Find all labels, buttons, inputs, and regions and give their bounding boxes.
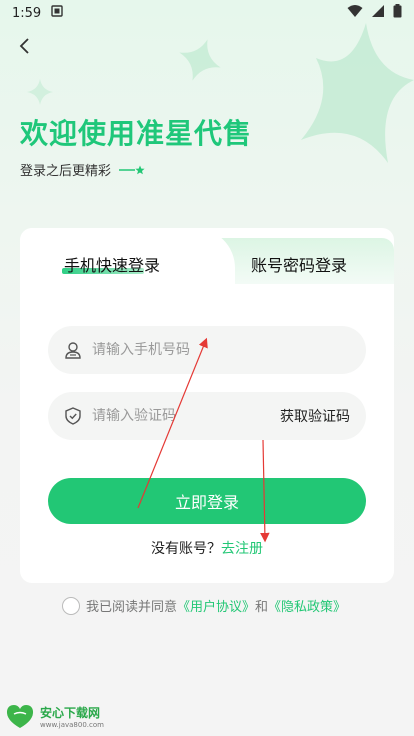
page-subtitle: 登录之后更精彩 <box>20 160 145 179</box>
code-input[interactable] <box>92 408 262 424</box>
tab-password-login[interactable]: 账号密码登录 <box>251 252 347 276</box>
code-field[interactable]: 获取验证码 <box>48 392 366 440</box>
agreement-row: 我已阅读并同意 《用户协议》 和 《隐私政策》 <box>62 596 346 615</box>
line-star-icon <box>119 165 145 174</box>
login-button[interactable]: 立即登录 <box>48 478 366 524</box>
shield-check-icon <box>65 407 81 425</box>
decorative-star-icon <box>301 23 414 163</box>
privacy-policy-link[interactable]: 《隐私政策》 <box>268 596 346 615</box>
tab-phone-login[interactable]: 手机快速登录 <box>64 252 160 276</box>
register-row: 没有账号？去注册 <box>20 538 394 558</box>
register-prompt: 没有账号？ <box>151 541 221 557</box>
phone-input[interactable] <box>92 342 262 358</box>
user-agreement-link[interactable]: 《用户协议》 <box>177 596 255 615</box>
user-icon <box>65 342 81 359</box>
decorative-star-icon <box>179 39 221 81</box>
tab-phone-login-label: 手机快速登录 <box>64 256 161 275</box>
tab-password-login-label: 账号密码登录 <box>251 256 348 275</box>
sim-card-icon <box>51 5 63 21</box>
watermark-name: 安心下载网 <box>40 705 101 720</box>
decorative-star-icon <box>27 79 53 105</box>
page-title: 欢迎使用准星代售 <box>20 117 253 150</box>
agree-checkbox[interactable] <box>62 596 80 615</box>
phone-field[interactable] <box>48 326 366 374</box>
back-button[interactable] <box>12 34 36 58</box>
chevron-left-icon <box>19 38 29 54</box>
watermark-url: www.java800.com <box>40 720 104 729</box>
agreement-text: 我已阅读并同意 <box>86 600 178 615</box>
watermark-logo-icon <box>6 705 34 728</box>
register-link[interactable]: 去注册 <box>221 541 263 557</box>
get-code-button[interactable]: 获取验证码 <box>280 406 350 426</box>
subtitle-text: 登录之后更精彩 <box>20 164 112 179</box>
status-time: 1:59 <box>12 5 42 21</box>
login-card: 手机快速登录 账号密码登录 获取验证码 立即登录 没有账号？去注册 <box>20 228 394 583</box>
agreement-and: 和 <box>255 600 269 615</box>
watermark: 安心下载网 www.java800.com <box>0 700 104 732</box>
